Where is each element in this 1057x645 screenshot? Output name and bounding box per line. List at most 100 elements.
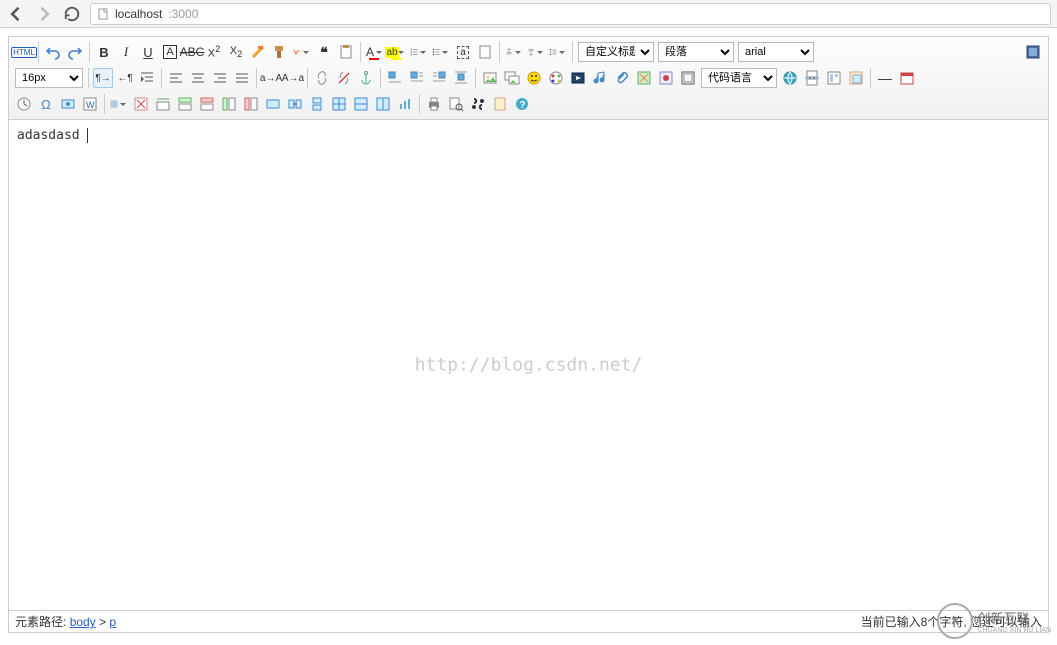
superscript-button[interactable]: X2 (204, 42, 224, 62)
pagebreak-button[interactable] (802, 68, 822, 88)
splittocols-button[interactable] (373, 94, 393, 114)
insertorderedlist-button[interactable]: 123 (409, 42, 429, 62)
unlink-button[interactable] (334, 68, 354, 88)
underline-button[interactable]: U (138, 42, 158, 62)
forward-button[interactable] (34, 4, 54, 24)
selectall-button[interactable]: a (453, 42, 473, 62)
mergedown-button[interactable] (307, 94, 327, 114)
splittorows-button[interactable] (351, 94, 371, 114)
deletetable-button[interactable] (131, 94, 151, 114)
strikethrough-button[interactable]: ABC (182, 42, 202, 62)
time-button[interactable] (14, 94, 34, 114)
simpleupload-button[interactable] (480, 68, 500, 88)
scrawl-button[interactable] (546, 68, 566, 88)
address-bar[interactable]: localhost:3000 (90, 3, 1051, 25)
justifyleft-button[interactable] (166, 68, 186, 88)
source-button[interactable]: HTML (14, 42, 34, 62)
paragraph-select[interactable]: 段落 (658, 42, 734, 62)
indent-button[interactable] (137, 68, 157, 88)
fontborder-button[interactable]: A (160, 42, 180, 62)
tolowercase-button[interactable]: A→a (283, 68, 303, 88)
snapscreen-button[interactable] (58, 94, 78, 114)
insertunorderedlist-button[interactable] (431, 42, 451, 62)
mergecells-button[interactable] (263, 94, 283, 114)
separator (360, 42, 361, 62)
date-button[interactable] (897, 68, 917, 88)
fullscreen-button[interactable] (1023, 42, 1043, 62)
print-button[interactable] (424, 94, 444, 114)
backcolor-button[interactable]: ab (387, 42, 407, 62)
deleterow-button[interactable] (197, 94, 217, 114)
separator (475, 68, 476, 88)
separator (419, 94, 420, 114)
link-button[interactable] (312, 68, 332, 88)
justifycenter-button[interactable] (188, 68, 208, 88)
anchor-button[interactable] (356, 68, 376, 88)
browser-toolbar: localhost:3000 (0, 0, 1057, 28)
insertparagraphbeforetable-button[interactable] (153, 94, 173, 114)
emotion-button[interactable] (524, 68, 544, 88)
insertcode-select[interactable]: 代码语言 (701, 68, 777, 88)
map-button[interactable] (634, 68, 654, 88)
webapp-button[interactable] (780, 68, 800, 88)
searchreplace-button[interactable] (468, 94, 488, 114)
undo-button[interactable] (43, 42, 63, 62)
insertframe-button[interactable] (678, 68, 698, 88)
music-button[interactable] (590, 68, 610, 88)
redo-button[interactable] (65, 42, 85, 62)
splittocells-button[interactable] (329, 94, 349, 114)
removeformat-button[interactable] (248, 42, 268, 62)
directionalityltr-button[interactable]: ¶→ (93, 68, 113, 88)
blockquote-button[interactable]: ❝ (314, 42, 334, 62)
gmap-button[interactable] (656, 68, 676, 88)
insertimage-button[interactable] (502, 68, 522, 88)
charts-button[interactable] (395, 94, 415, 114)
separator (499, 42, 500, 62)
inserttable-button[interactable] (109, 94, 129, 114)
background-button[interactable] (846, 68, 866, 88)
imagenone-button[interactable] (385, 68, 405, 88)
directionalityrtl-button[interactable]: ←¶ (115, 68, 135, 88)
justifyjustify-button[interactable] (232, 68, 252, 88)
bold-button[interactable]: B (94, 42, 114, 62)
touppercase-button[interactable]: a→A (261, 68, 281, 88)
customstyle-select[interactable]: 自定义标题 (578, 42, 654, 62)
fontsize-select[interactable]: 16px (15, 68, 83, 88)
forecolor-button[interactable]: A (365, 42, 385, 62)
italic-button[interactable]: I (116, 42, 136, 62)
reload-button[interactable] (62, 4, 82, 24)
imagecenter-button[interactable] (451, 68, 471, 88)
imageright-button[interactable] (429, 68, 449, 88)
page-icon (97, 8, 109, 20)
subscript-button[interactable]: X2 (226, 42, 246, 62)
back-button[interactable] (6, 4, 26, 24)
preview-button[interactable] (446, 94, 466, 114)
horizontal-button[interactable]: — (875, 68, 895, 88)
path-body-link[interactable]: body (70, 615, 96, 629)
insertvideo-button[interactable] (568, 68, 588, 88)
mergeright-button[interactable] (285, 94, 305, 114)
insertcol-button[interactable] (219, 94, 239, 114)
attachment-button[interactable] (612, 68, 632, 88)
separator (572, 42, 573, 62)
pasteplain-button[interactable] (336, 42, 356, 62)
wordimage-button[interactable]: W (80, 94, 100, 114)
deletecol-button[interactable] (241, 94, 261, 114)
logo-icon: ✕ (937, 603, 973, 639)
drafts-button[interactable] (490, 94, 510, 114)
cleardoc-button[interactable] (475, 42, 495, 62)
autotypeset-button[interactable] (292, 42, 312, 62)
formatmatch-button[interactable] (270, 42, 290, 62)
rowspacingtop-button[interactable] (504, 42, 524, 62)
template-button[interactable] (824, 68, 844, 88)
spechars-button[interactable]: Ω (36, 94, 56, 114)
path-p-link[interactable]: p (109, 615, 116, 629)
fontfamily-select[interactable]: arial (738, 42, 814, 62)
justifyright-button[interactable] (210, 68, 230, 88)
editor-content-area[interactable]: adasdasd http://blog.csdn.net/ (9, 120, 1048, 610)
imageleft-button[interactable] (407, 68, 427, 88)
help-button[interactable]: ? (512, 94, 532, 114)
lineheight-button[interactable] (548, 42, 568, 62)
insertrow-button[interactable] (175, 94, 195, 114)
rowspacingbottom-button[interactable] (526, 42, 546, 62)
